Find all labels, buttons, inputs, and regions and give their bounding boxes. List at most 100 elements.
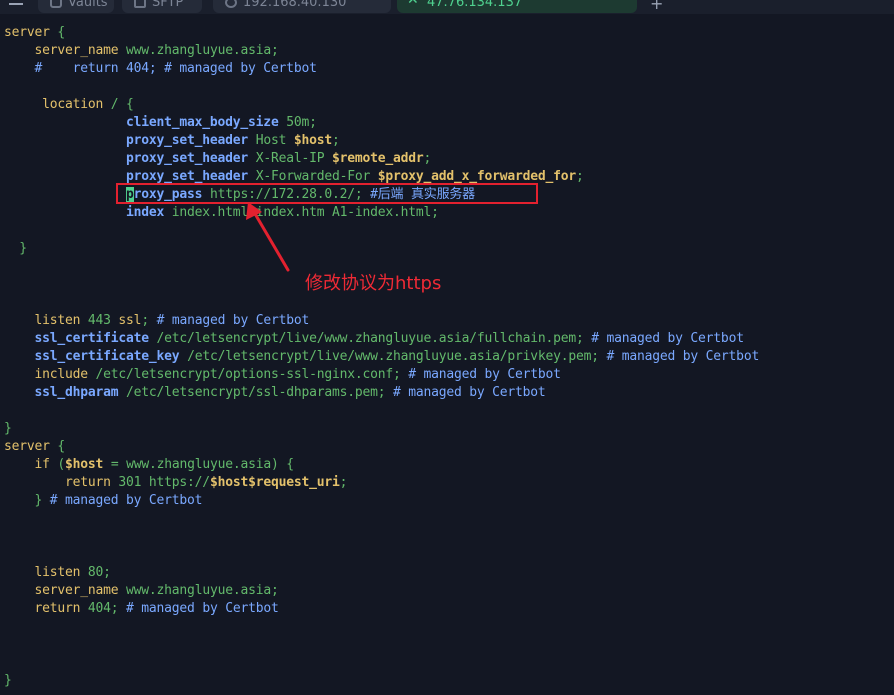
code-line: } <box>0 672 894 690</box>
code-token: ; <box>339 475 348 490</box>
code-line: return 404; # managed by Certbot <box>0 600 894 618</box>
code-line: server { <box>0 24 894 42</box>
code-token: X-Real-IP <box>248 151 332 166</box>
vault-icon <box>50 0 62 8</box>
code-token: /etc/letsencrypt/live/www.zhangluyue.asi… <box>148 331 584 346</box>
code-line: listen 80; <box>0 564 894 582</box>
tab-host-192-168-40-130[interactable]: 192.168.40.130 <box>213 0 391 13</box>
code-token: server_name <box>34 43 119 58</box>
code-line: ssl_certificate_key /etc/letsencrypt/liv… <box>0 348 894 366</box>
code-token: ssl_certificate_key <box>34 349 180 364</box>
code-token: X-Forwarded-For <box>248 169 378 184</box>
code-token: # managed by Certbot <box>400 367 561 382</box>
code-token: ; <box>141 313 149 328</box>
close-icon[interactable]: ✕ <box>407 0 419 7</box>
code-token: proxy_set_header <box>126 133 249 148</box>
code-token: /etc/letsencrypt/options-ssl-nginx.conf; <box>87 367 401 382</box>
code-token: client_max_body_size <box>126 115 279 130</box>
code-line: server_name www.zhangluyue.asia; <box>0 42 894 60</box>
code-token: / { <box>103 97 134 112</box>
code-token: { <box>49 25 66 40</box>
tab-bar: Vaults SFTP 192.168.40.130 ✕ 47.76.134.1… <box>0 0 894 14</box>
code-token: # managed by Certbot <box>583 331 744 346</box>
code-token: } <box>4 241 27 256</box>
code-token: ssl_certificate <box>34 331 150 346</box>
code-line: location / { <box>0 96 894 114</box>
code-line: } # managed by Certbot <box>0 492 894 510</box>
code-token: listen <box>34 313 81 328</box>
tab-host-47-76-134-137[interactable]: ✕ 47.76.134.137 <box>397 0 637 13</box>
code-line: # return 404; # managed by Certbot <box>0 60 894 78</box>
code-token: location <box>42 97 104 112</box>
code-token: $host <box>65 457 104 472</box>
code-token: $host <box>293 133 332 148</box>
code-token: 404; <box>80 601 119 616</box>
code-token: server_name <box>34 583 119 598</box>
new-tab-icon[interactable]: + <box>650 0 663 13</box>
code-token: return <box>34 601 81 616</box>
code-line: client_max_body_size 50m; <box>0 114 894 132</box>
code-token: # managed by Certbot <box>118 601 279 616</box>
code-token: = www.zhangluyue.asia) { <box>103 457 294 472</box>
code-token: # managed by Certbot <box>598 349 760 364</box>
menu-icon[interactable] <box>9 0 25 10</box>
code-token: ; <box>576 169 584 184</box>
code-token: 301 https:// <box>110 475 210 490</box>
code-token: ssl_dhparam <box>34 385 119 400</box>
code-line: } <box>0 420 894 438</box>
code-line: proxy_set_header X-Real-IP $remote_addr; <box>0 150 894 168</box>
code-line: include /etc/letsencrypt/options-ssl-ngi… <box>0 366 894 384</box>
highlight-box <box>116 183 538 204</box>
code-token: } <box>4 493 43 508</box>
terminal-icon <box>134 0 146 8</box>
code-token: proxy_set_header <box>126 151 249 166</box>
code-token: $remote_addr <box>331 151 424 166</box>
annotation-text: 修改协议为https <box>305 273 442 294</box>
code-line: if ($host = www.zhangluyue.asia) { <box>0 456 894 474</box>
code-token: 443 <box>80 313 119 328</box>
code-token: ; <box>423 151 432 166</box>
code-token: $host$request_uri <box>209 475 340 490</box>
code-token: server <box>4 25 50 40</box>
terminal-editor[interactable]: server { server_name www.zhangluyue.asia… <box>0 24 894 695</box>
linux-icon <box>225 0 237 8</box>
tab-label: 47.76.134.137 <box>427 0 523 10</box>
tab-vaults[interactable]: Vaults <box>38 0 114 13</box>
code-token: server <box>4 439 50 454</box>
code-token: listen <box>34 565 81 580</box>
tab-label: Vaults <box>68 0 108 10</box>
code-token: } <box>4 673 12 688</box>
code-token: $proxy_add_x_forwarded_for <box>377 169 577 184</box>
tab-sftp[interactable]: SFTP <box>122 0 202 13</box>
code-token: index <box>126 205 165 220</box>
tab-label: 192.168.40.130 <box>243 0 347 10</box>
code-token: # managed by Certbot <box>42 493 203 508</box>
code-token: ; <box>331 133 340 148</box>
code-token: ( <box>49 457 66 472</box>
code-token: /etc/letsencrypt/live/www.zhangluyue.asi… <box>179 349 599 364</box>
